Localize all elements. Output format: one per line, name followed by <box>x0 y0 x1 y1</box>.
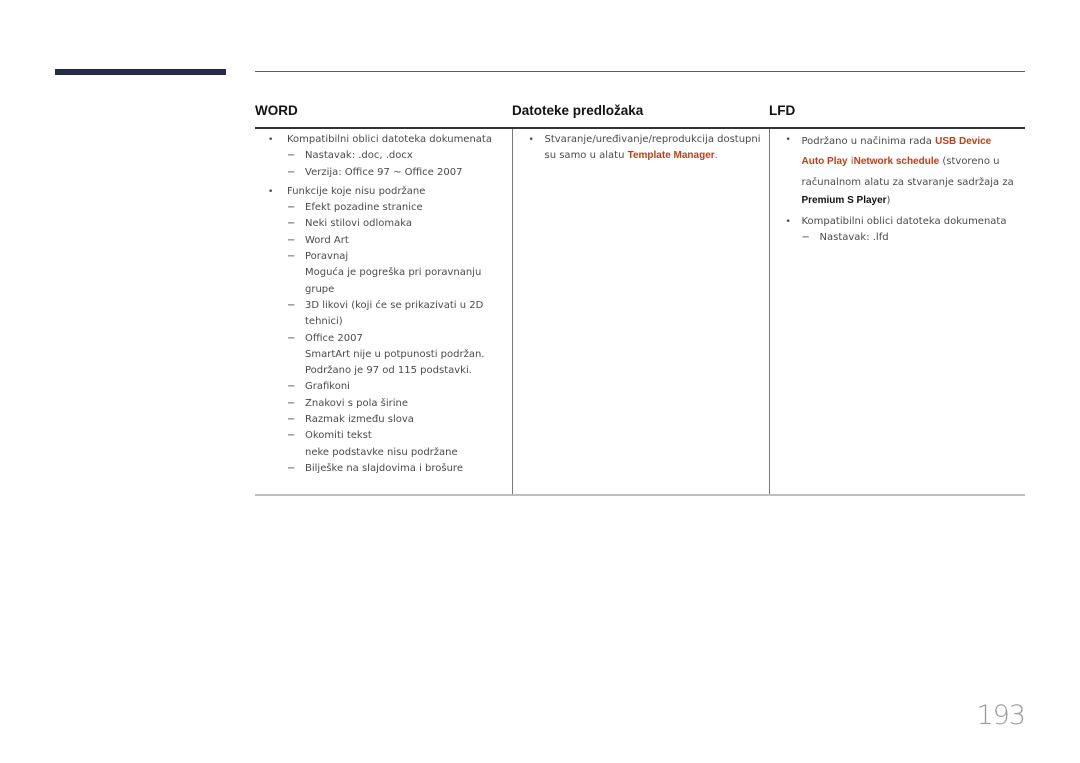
bullet-icon: • <box>785 135 791 145</box>
table-header-row: WORD Datoteke predložaka LFD <box>255 94 1025 129</box>
template-manager-highlight: Template Manager <box>627 150 715 162</box>
sub-item: − Znakovi s pola širine <box>287 396 512 412</box>
dash-icon: − <box>287 202 296 214</box>
sub-item: − Razmak između slova <box>287 412 512 428</box>
item-text: Funkcije koje nisu podržane <box>287 185 426 197</box>
lfd-list: • Podržano u načinima rada USB Device Au… <box>770 132 1026 247</box>
dash-icon: − <box>287 299 296 311</box>
sub-item-text: Nastavak: .doc, .docx <box>305 150 413 162</box>
sub-item-text: Poravnaj <box>305 251 349 263</box>
dash-icon: − <box>287 166 296 178</box>
bullet-icon: • <box>268 135 274 145</box>
premium-s-player-highlight: Premium S Player <box>801 195 887 206</box>
sub-item-text: Word Art <box>305 234 349 246</box>
sub-item: − Verzija: Office 97 ~ Office 2007 <box>287 165 512 181</box>
item-text: računalnom alatu za stvaranje sadržaja z… <box>801 177 1014 188</box>
sub-item-text: 3D likovi (koji će se prikazivati u 2D t… <box>305 299 484 328</box>
lfd-line: Auto Play iNetwork schedule (stvoreno u <box>802 152 1026 172</box>
network-schedule-highlight: Network schedule <box>853 156 940 167</box>
sub-item: − Neki stilovi odlomaka <box>287 216 512 232</box>
dash-icon: − <box>287 218 296 230</box>
sub-item-text: Bilješke na slajdovima i brošure <box>305 462 463 474</box>
sub-item: − Efekt pozadine stranice <box>287 200 512 216</box>
sub-item-text: Efekt pozadine stranice <box>305 202 423 214</box>
header-template-files: Datoteke predložaka <box>512 94 769 129</box>
sub-item: − Office 2007 SmartArt nije u potpunosti… <box>287 331 512 380</box>
lfd-line: računalnom alatu za stvaranje sadržaja z… <box>802 172 1026 194</box>
list-item: • Funkcije koje nisu podržane − Efekt po… <box>255 184 512 477</box>
item-text-end: . <box>714 150 718 162</box>
sub-item-text: Office 2007 <box>305 332 363 344</box>
word-list: • Kompatibilni oblici datoteka dokumenat… <box>255 132 512 477</box>
sub-item-text: Razmak između slova <box>305 414 414 426</box>
dash-icon: − <box>287 430 296 442</box>
sub-item: − Word Art <box>287 233 512 249</box>
top-rule <box>255 71 1025 72</box>
sub-item-note: Moguća je pogreška pri poravnanju grupe <box>305 267 482 295</box>
cell-word: • Kompatibilni oblici datoteka dokumenat… <box>255 128 512 497</box>
item-text: Kompatibilni oblici datoteka dokumenata <box>801 216 1007 227</box>
dash-icon: − <box>287 332 296 344</box>
dash-icon: − <box>287 462 296 474</box>
sub-item: − Nastavak: .lfd <box>802 230 1026 246</box>
table-row: • Kompatibilni oblici datoteka dokumenat… <box>255 128 1026 497</box>
auto-play-highlight: Auto Play <box>801 156 848 167</box>
bullet-icon: • <box>785 217 791 227</box>
sub-item: − 3D likovi (koji će se prikazivati u 2D… <box>287 298 512 331</box>
sub-item-note: neke podstavke nisu podržane <box>305 446 458 458</box>
sub-item-text: Neki stilovi odlomaka <box>305 218 413 230</box>
list-item: • Kompatibilni oblici datoteka dokumenat… <box>770 214 1026 247</box>
sub-list: − Nastavak: .lfd <box>802 230 1026 246</box>
list-item: • Kompatibilni oblici datoteka dokumenat… <box>255 132 512 181</box>
cell-lfd: • Podržano u načinima rada USB Device Au… <box>768 128 1026 497</box>
dash-icon: − <box>287 381 296 393</box>
lfd-line: Podržano u načinima rada USB Device <box>802 132 1026 152</box>
item-text: Kompatibilni oblici datoteka dokumenata <box>287 134 492 145</box>
dash-icon: − <box>287 414 296 426</box>
sub-item-note: Podržano je 97 od 115 podstavki. <box>305 365 472 377</box>
dash-icon: − <box>287 397 296 409</box>
sub-item: − Poravnaj Moguća je pogreška pri poravn… <box>287 249 512 298</box>
item-text-end: ) <box>886 195 891 206</box>
sub-item: − Bilješke na slajdovima i brošure <box>287 461 512 477</box>
bullet-icon: • <box>268 186 274 197</box>
sub-item: − Grafikoni <box>287 379 512 395</box>
dash-icon: − <box>287 150 296 162</box>
sub-item-text: Znakovi s pola širine <box>305 397 409 409</box>
sub-item-text: Nastavak: .lfd <box>819 232 889 244</box>
section-marker-bar <box>55 69 226 75</box>
sub-item: − Okomiti tekst neke podstavke nisu podr… <box>287 428 512 461</box>
usb-device-highlight: USB Device <box>935 136 992 147</box>
page-number: 193 <box>976 700 1026 731</box>
file-format-table: WORD Datoteke predložaka LFD • Kompatibi… <box>255 94 1026 497</box>
header-lfd: LFD <box>769 94 1025 129</box>
dash-icon: − <box>801 232 810 244</box>
list-item: • Podržano u načinima rada USB Device Au… <box>770 132 1026 208</box>
dash-icon: − <box>287 234 296 246</box>
sub-list: − Efekt pozadine stranice − Neki stilovi… <box>287 200 512 477</box>
sub-list: − Nastavak: .doc, .docx − Verzija: Offic… <box>287 148 512 181</box>
lfd-line: Premium S Player) <box>802 194 1026 208</box>
sub-item-text: Grafikoni <box>305 381 350 393</box>
sub-item: − Nastavak: .doc, .docx <box>287 148 512 164</box>
item-text: (stvoreno u <box>939 156 1000 167</box>
template-list: • Stvaranje/uređivanje/reprodukcija dost… <box>513 132 769 165</box>
bullet-icon: • <box>528 135 534 145</box>
cell-template-files: • Stvaranje/uređivanje/reprodukcija dost… <box>511 128 769 497</box>
sub-item-text: Verzija: Office 97 ~ Office 2007 <box>305 166 463 178</box>
dash-icon: − <box>287 251 296 263</box>
list-item: • Stvaranje/uređivanje/reprodukcija dost… <box>513 132 769 165</box>
item-text: Podržano u načinima rada <box>801 136 936 147</box>
sub-item-text: Okomiti tekst <box>305 430 372 442</box>
sub-item-note: SmartArt nije u potpunosti podržan. <box>305 348 485 360</box>
header-word: WORD <box>255 94 512 129</box>
